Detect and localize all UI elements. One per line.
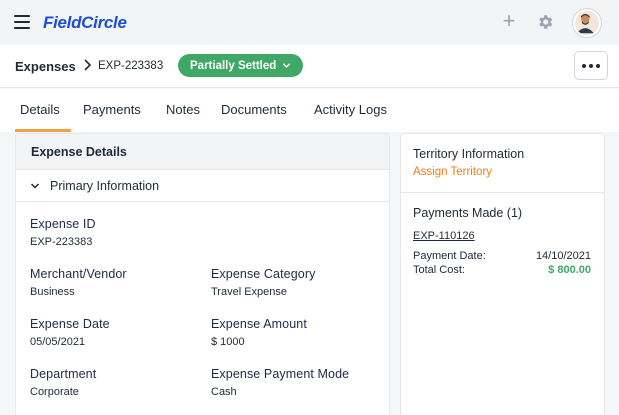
field-value: 05/05/2021 [30,336,86,348]
brand-logo[interactable]: FieldCircle [43,13,127,33]
field-department: Department Corporate [30,367,96,398]
user-avatar[interactable] [573,9,601,37]
territory-title: Territory Information [413,147,525,161]
status-label: Partially Settled [190,59,277,72]
field-expense-amount: Expense Amount $ 1000 [211,317,307,348]
tab-notes[interactable]: Notes [166,102,200,117]
side-info-card: Territory Information Assign Territory P… [400,133,605,415]
field-value: Travel Expense [211,286,288,298]
chevron-right-icon [84,59,92,71]
field-value: EXP-223383 [30,236,93,248]
status-dropdown[interactable]: Partially Settled [178,54,304,77]
tab-activity-logs[interactable]: Activity Logs [314,102,387,117]
expense-details-title: Expense Details [16,134,389,170]
chevron-down-icon [283,63,291,68]
page-header: Expenses EXP-223383 Partially Settled [0,45,619,88]
breadcrumb-current: EXP-223383 [98,60,164,72]
top-bar: FieldCircle + [0,0,619,45]
field-label: Merchant/Vendor [30,267,127,281]
field-merchant: Merchant/Vendor Business [30,267,127,298]
field-label: Expense ID [30,217,96,231]
payment-date-row: Payment Date: 14/10/2021 [413,250,591,262]
field-expense-date: Expense Date 05/05/2021 [30,317,110,348]
payment-date-label: Payment Date: [413,250,486,262]
field-label: Expense Payment Mode [211,367,350,381]
tab-payments[interactable]: Payments [83,102,141,117]
more-options-button[interactable] [574,51,608,80]
plus-icon[interactable]: + [500,10,518,32]
total-cost-value: $ 800.00 [548,264,591,276]
field-label: Department [30,367,97,381]
tab-details[interactable]: Details [20,102,60,117]
assign-territory-link[interactable]: Assign Territory [413,166,492,178]
field-value: Business [30,286,75,298]
field-expense-id: Expense ID EXP-223383 [30,217,96,248]
primary-information-toggle[interactable]: Primary Information [16,170,389,202]
payment-id-link[interactable]: EXP-110126 [413,230,475,242]
dot-icon [582,63,586,68]
field-value: Corporate [30,386,79,398]
menu-icon[interactable] [14,15,30,29]
dot-icon [589,63,593,68]
breadcrumb-expenses[interactable]: Expenses [15,59,76,74]
total-cost-label: Total Cost: [413,264,465,276]
tab-documents[interactable]: Documents [221,102,287,117]
field-value: $ 1000 [211,336,245,348]
field-label: Expense Date [30,317,110,331]
tab-bar: Details Payments Notes Documents Activit… [0,89,619,132]
gear-icon[interactable] [536,13,554,31]
field-label: Expense Amount [211,317,307,331]
field-value: Cash [211,386,237,398]
field-category: Expense Category Travel Expense [211,267,315,298]
payment-date-value: 14/10/2021 [535,250,591,262]
expense-details-card: Expense Details Primary Information Expe… [15,133,390,415]
active-tab-indicator [15,129,71,132]
payments-made-title: Payments Made (1) [413,206,523,220]
total-cost-row: Total Cost: $ 800.00 [413,264,591,276]
field-label: Expense Category [211,267,316,281]
section-title: Primary Information [50,178,160,193]
dot-icon [596,63,600,68]
chevron-down-icon [30,182,40,189]
divider [401,192,604,193]
field-payment-mode: Expense Payment Mode Cash [211,367,349,398]
